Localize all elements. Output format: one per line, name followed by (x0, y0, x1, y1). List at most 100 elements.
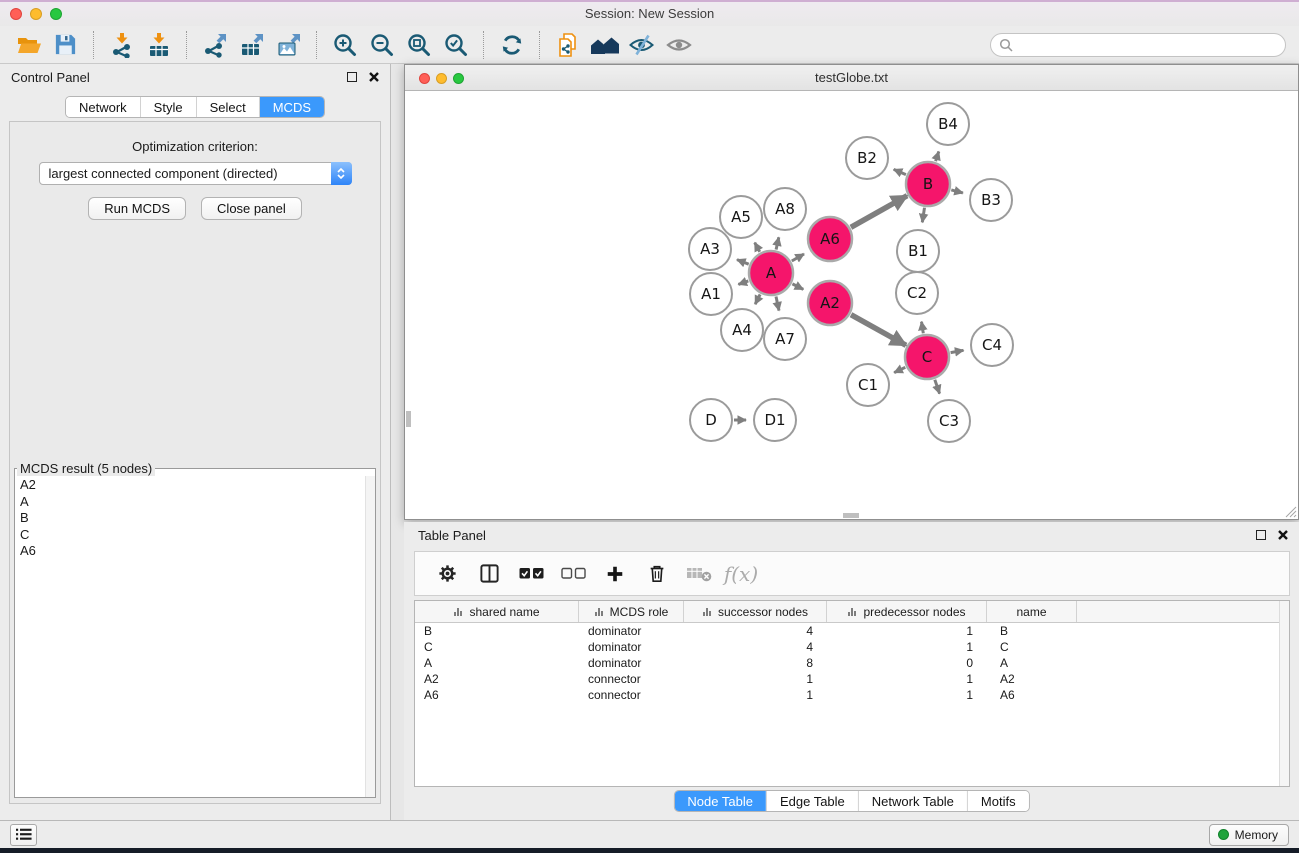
graph-edge-A-A6[interactable] (792, 254, 804, 261)
tab-style[interactable]: Style (140, 97, 196, 117)
export-table-button[interactable] (235, 30, 268, 60)
graph-edge-A-A5[interactable] (755, 243, 760, 252)
graph-node-B2[interactable]: B2 (846, 137, 888, 179)
graph-node-B1[interactable]: B1 (897, 230, 939, 272)
create-column-button[interactable] (597, 556, 633, 592)
network-canvas[interactable]: AA1A2A3A4A5A6A7A8BB1B2B3B4CC1C2C3C4DD1 (405, 91, 1298, 519)
graph-edge-A2-C[interactable] (851, 315, 906, 346)
graph-node-A5[interactable]: A5 (720, 196, 762, 238)
graph-node-B3[interactable]: B3 (970, 179, 1012, 221)
graph-edge-A-A3[interactable] (737, 260, 749, 265)
tab-edge-table[interactable]: Edge Table (766, 791, 858, 811)
vertical-scroll-nub[interactable] (406, 411, 411, 427)
task-history-button[interactable] (10, 824, 37, 846)
close-table-panel-icon[interactable] (1278, 530, 1288, 540)
tab-select[interactable]: Select (196, 97, 259, 117)
select-all-columns-button[interactable] (513, 556, 549, 592)
graph-node-A4[interactable]: A4 (721, 309, 763, 351)
table-row[interactable]: Bdominator41B (415, 623, 1289, 639)
graph-edge-A6-B[interactable] (851, 196, 907, 228)
function-builder-button[interactable]: f(x) (723, 556, 759, 592)
result-item[interactable]: A (20, 494, 359, 511)
toggle-columns-button[interactable] (471, 556, 507, 592)
graph-node-A1[interactable]: A1 (690, 273, 732, 315)
tab-network-table[interactable]: Network Table (858, 791, 967, 811)
export-network-button[interactable] (198, 30, 231, 60)
tab-mcds[interactable]: MCDS (259, 97, 324, 117)
column-header-successor-nodes[interactable]: successor nodes (684, 601, 827, 622)
search-input[interactable] (1018, 37, 1277, 52)
open-ndex-button[interactable] (588, 30, 621, 60)
import-network-button[interactable] (105, 30, 138, 60)
zoom-in-button[interactable] (328, 30, 361, 60)
graph-edge-A-A1[interactable] (738, 281, 748, 285)
open-session-button[interactable] (12, 30, 45, 60)
table-scrollbar[interactable] (1279, 601, 1289, 786)
graph-edge-B-B2[interactable] (894, 169, 906, 174)
graph-node-B4[interactable]: B4 (927, 103, 969, 145)
graph-edge-B-B1[interactable] (922, 208, 924, 223)
memory-button[interactable]: Memory (1209, 824, 1289, 846)
graph-node-A8[interactable]: A8 (764, 188, 806, 230)
save-session-button[interactable] (49, 30, 82, 60)
graph-edge-C-C2[interactable] (922, 322, 924, 334)
graph-edge-B-B3[interactable] (951, 190, 963, 193)
graph-edge-A-A8[interactable] (776, 237, 779, 249)
deselect-all-columns-button[interactable] (555, 556, 591, 592)
show-graphics-details-button[interactable] (662, 30, 695, 60)
close-panel-button[interactable]: Close panel (201, 197, 302, 220)
hide-graphics-details-button[interactable] (625, 30, 658, 60)
result-item[interactable]: A2 (20, 477, 359, 494)
result-item[interactable]: C (20, 527, 359, 544)
graph-node-C1[interactable]: C1 (847, 364, 889, 406)
tab-node-table[interactable]: Node Table (674, 791, 766, 811)
delete-table-button[interactable] (681, 556, 717, 592)
graph-node-C[interactable]: C (905, 335, 949, 379)
float-panel-icon[interactable] (347, 72, 357, 82)
column-header-predecessor-nodes[interactable]: predecessor nodes (827, 601, 987, 622)
result-item[interactable]: B (20, 510, 359, 527)
run-mcds-button[interactable]: Run MCDS (88, 197, 186, 220)
column-header-MCDS-role[interactable]: MCDS role (579, 601, 684, 622)
horizontal-scroll-nub[interactable] (843, 513, 859, 518)
zoom-selected-button[interactable] (439, 30, 472, 60)
tab-network[interactable]: Network (66, 97, 140, 117)
table-row[interactable]: A6connector11A6 (415, 687, 1289, 703)
copy-network-button[interactable] (551, 30, 584, 60)
graph-node-C3[interactable]: C3 (928, 400, 970, 442)
column-header-shared-name[interactable]: shared name (415, 601, 579, 622)
zoom-fit-button[interactable] (402, 30, 435, 60)
graph-node-D1[interactable]: D1 (754, 399, 796, 441)
close-panel-icon[interactable] (369, 72, 379, 82)
graph-node-A[interactable]: A (749, 251, 793, 295)
graph-edge-A-A4[interactable] (755, 294, 760, 304)
table-row[interactable]: Adominator80A (415, 655, 1289, 671)
graph-edge-C-C4[interactable] (951, 350, 964, 352)
graph-edge-C-C3[interactable] (935, 380, 940, 394)
float-table-panel-icon[interactable] (1256, 530, 1266, 540)
tab-motifs[interactable]: Motifs (967, 791, 1029, 811)
delete-column-button[interactable] (639, 556, 675, 592)
table-row[interactable]: Cdominator41C (415, 639, 1289, 655)
resize-grip[interactable] (1283, 504, 1297, 518)
result-list-scrollbar[interactable] (365, 476, 375, 797)
graph-edge-C-C1[interactable] (894, 367, 905, 372)
graph-node-D[interactable]: D (690, 399, 732, 441)
result-item[interactable]: A6 (20, 543, 359, 560)
apply-layout-button[interactable] (495, 30, 528, 60)
graph-node-A7[interactable]: A7 (764, 318, 806, 360)
export-image-button[interactable] (272, 30, 305, 60)
graph-node-B[interactable]: B (906, 162, 950, 206)
graph-node-C4[interactable]: C4 (971, 324, 1013, 366)
graph-edge-B-B4[interactable] (936, 152, 939, 162)
graph-node-A6[interactable]: A6 (808, 217, 852, 261)
zoom-out-button[interactable] (365, 30, 398, 60)
graph-node-C2[interactable]: C2 (896, 272, 938, 314)
graph-edge-A-A7[interactable] (776, 297, 779, 311)
table-settings-button[interactable] (429, 556, 465, 592)
graph-node-A2[interactable]: A2 (808, 281, 852, 325)
table-row[interactable]: A2connector11A2 (415, 671, 1289, 687)
graph-edge-A-A2[interactable] (792, 284, 803, 290)
column-header-name[interactable]: name (987, 601, 1077, 622)
criterion-dropdown[interactable]: largest connected component (directed) (39, 162, 352, 185)
